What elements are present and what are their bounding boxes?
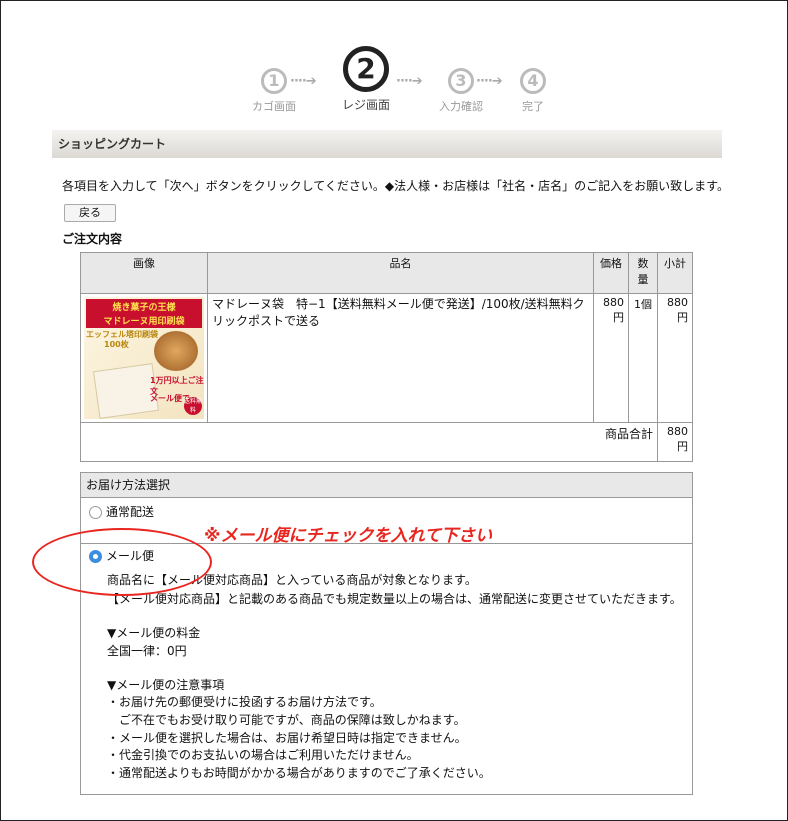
step-1-label: カゴ画面	[252, 100, 296, 113]
step-2-current: 2 レジ画面	[342, 46, 390, 113]
mail-note-2: 【メール便対応商品】と記載のある商品でも規定数量以上の場合は、通常配送に変更させ…	[107, 592, 682, 606]
total-value: 880円	[657, 422, 693, 462]
product-qty: 1個	[628, 293, 658, 423]
delivery-header: お届け方法選択	[81, 473, 692, 498]
col-header-qty: 数量	[628, 252, 658, 294]
cart-header: ショッピングカート	[52, 130, 722, 158]
product-name: マドレーヌ袋 特−1【送料無料メール便で発送】/100枚/送料無料クリックポスト…	[207, 293, 594, 423]
radio-normal[interactable]	[89, 506, 102, 519]
step-arrow-icon: ····➔	[290, 74, 317, 89]
col-header-name: 品名	[207, 252, 594, 294]
order-title: ご注文内容	[62, 232, 123, 246]
col-header-subtotal: 小計	[657, 252, 693, 294]
back-button[interactable]: 戻る	[64, 204, 116, 222]
step-3-number: 3	[448, 68, 474, 94]
free-shipping-badge: 送料無料	[184, 397, 203, 415]
madeleine-image	[154, 331, 198, 371]
step-arrow-icon: ····➔	[396, 74, 423, 89]
step-4-label: 完了	[522, 100, 544, 113]
step-4: 4 完了	[520, 68, 546, 114]
checkout-steps: 1 カゴ画面 ····➔ 2 レジ画面 ····➔ 3 入力確認 ····➔ 4…	[246, 44, 566, 116]
caution-line: ・代金引換でのお支払いの場合はご利用いただけません。	[107, 748, 419, 762]
col-header-image: 画像	[80, 252, 208, 294]
step-arrow-icon: ····➔	[476, 74, 503, 89]
step-3-label: 入力確認	[439, 100, 483, 113]
option-normal-label: 通常配送	[106, 505, 155, 519]
caution-line: ご不在でもお受け取り可能ですが、商品の保障は致しかねます。	[107, 713, 466, 727]
order-table: 画像 品名 価格 数量 小計 焼き菓子の王様 マドレーヌ用印刷袋 エッフェル塔印…	[80, 252, 693, 462]
total-label: 商品合計	[80, 422, 658, 462]
fee-title: ▼メール便の料金	[107, 626, 201, 640]
option-normal[interactable]: 通常配送	[89, 503, 154, 521]
step-2-number: 2	[343, 46, 389, 92]
thumb-text-1: 焼き菓子の王様	[86, 299, 202, 314]
step-2-label: レジ画面	[342, 98, 391, 112]
caution-line: ・お届け先の郵便受けに投函するお届け方法です。	[107, 695, 382, 709]
caution-title: ▼メール便の注意事項	[107, 678, 225, 692]
step-1-number: 1	[261, 68, 287, 94]
thumb-text-2: マドレーヌ用印刷袋	[86, 313, 202, 328]
col-header-price: 価格	[593, 252, 629, 294]
product-subtotal: 880円	[657, 293, 693, 423]
annotation-text: ※メール便にチェックを入れて下さい	[204, 526, 493, 546]
table-header-row: 画像 品名 価格 数量 小計	[80, 252, 693, 294]
table-row: 焼き菓子の王様 マドレーヌ用印刷袋 エッフェル塔印刷袋 100枚 1万円以上ご注…	[80, 293, 693, 423]
caution-line: ・通常配送よりもお時間がかかる場合がありますのでご了承ください。	[107, 766, 491, 780]
product-image[interactable]: 焼き菓子の王様 マドレーヌ用印刷袋 エッフェル塔印刷袋 100枚 1万円以上ご注…	[84, 297, 204, 419]
thumb-text-4: 100枚	[104, 340, 129, 349]
caution-line: ・メール便を選択した場合は、お届け希望日時は指定できません。	[107, 731, 467, 745]
product-price: 880円	[593, 293, 629, 423]
total-row: 商品合計 880円	[80, 422, 693, 462]
fee-value: 全国一律：0円	[107, 644, 187, 658]
product-image-cell: 焼き菓子の王様 マドレーヌ用印刷袋 エッフェル塔印刷袋 100枚 1万円以上ご注…	[80, 293, 208, 423]
step-4-number: 4	[520, 68, 546, 94]
highlight-circle	[32, 528, 212, 596]
instruction-text: 各項目を入力して「次へ」ボタンをクリックしてください。◆法人様・お店様は「社名・…	[62, 179, 729, 193]
